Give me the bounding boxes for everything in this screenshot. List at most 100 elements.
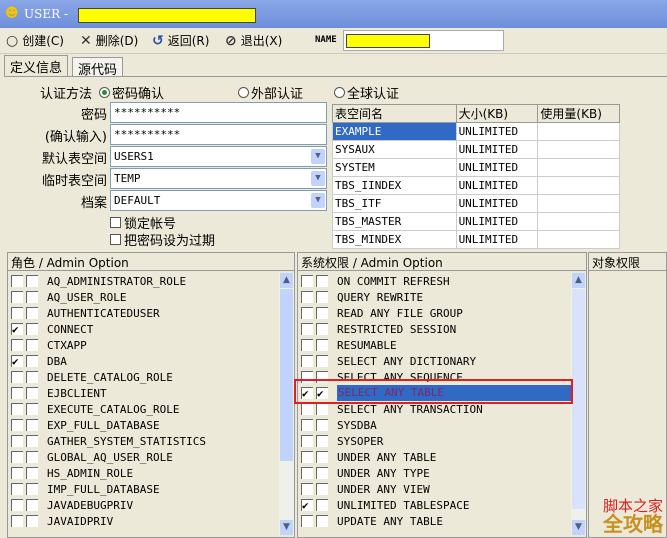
grant-checkbox[interactable] (11, 451, 23, 463)
list-item[interactable]: SYSDBA (298, 417, 573, 433)
chevron-down-icon[interactable]: ▼ (311, 193, 325, 208)
admin-option-checkbox[interactable] (316, 323, 328, 335)
admin-option-checkbox[interactable] (26, 307, 38, 319)
radio-password[interactable]: 密码确认 (99, 83, 164, 102)
grant-checkbox[interactable] (301, 515, 313, 527)
tablespace-row[interactable]: SYSAUX UNLIMITED (332, 140, 620, 159)
grant-checkbox[interactable] (11, 515, 23, 527)
grant-checkbox[interactable] (11, 339, 23, 351)
chevron-down-icon[interactable]: ▼ (311, 171, 325, 186)
list-item[interactable]: ✔ DBA (8, 353, 278, 369)
admin-option-checkbox[interactable] (26, 275, 38, 287)
admin-option-checkbox[interactable] (26, 435, 38, 447)
admin-option-checkbox[interactable] (316, 275, 328, 287)
exit-button[interactable]: ⊘ 退出(X) (225, 32, 282, 49)
grant-checkbox[interactable] (301, 307, 313, 319)
password-input[interactable]: ********** (110, 102, 327, 123)
tablespace-row[interactable]: TBS_IINDEX UNLIMITED (332, 176, 620, 195)
admin-option-checkbox[interactable] (316, 403, 328, 415)
grant-checkbox[interactable] (301, 483, 313, 495)
scroll-down-icon[interactable]: ▼ (572, 520, 585, 535)
list-item[interactable]: AUTHENTICATEDUSER (8, 305, 278, 321)
list-item[interactable]: SYSOPER (298, 433, 573, 449)
grant-checkbox[interactable] (11, 291, 23, 303)
tab-definition[interactable]: 定义信息 (4, 55, 69, 77)
list-item[interactable]: AQ_USER_ROLE (8, 289, 278, 305)
admin-option-checkbox[interactable] (316, 339, 328, 351)
admin-option-checkbox[interactable] (26, 355, 38, 367)
back-button[interactable]: ↺ 返回(R) (152, 32, 209, 49)
list-item[interactable]: ✔ UNLIMITED TABLESPACE (298, 497, 573, 513)
admin-option-checkbox[interactable] (26, 451, 38, 463)
grant-checkbox[interactable] (301, 291, 313, 303)
list-item[interactable]: JAVAIDPRIV (8, 513, 278, 529)
grant-checkbox[interactable] (11, 275, 23, 287)
admin-option-checkbox[interactable] (316, 451, 328, 463)
list-item[interactable]: UPDATE ANY TABLE (298, 513, 573, 529)
grant-checkbox[interactable] (11, 403, 23, 415)
admin-option-checkbox[interactable] (316, 515, 328, 527)
admin-option-checkbox[interactable] (316, 499, 328, 511)
scroll-thumb[interactable] (572, 289, 585, 509)
list-item[interactable]: SELECT ANY DICTIONARY (298, 353, 573, 369)
radio-external[interactable]: 外部认证 (238, 83, 303, 102)
grant-checkbox[interactable] (11, 435, 23, 447)
temp-tablespace-select[interactable]: TEMP ▼ (110, 168, 327, 189)
list-item[interactable]: CTXAPP (8, 337, 278, 353)
tab-source[interactable]: 源代码 (72, 57, 124, 78)
admin-option-checkbox[interactable] (26, 291, 38, 303)
grant-checkbox[interactable] (11, 483, 23, 495)
list-item[interactable]: UNDER ANY TABLE (298, 449, 573, 465)
admin-option-checkbox[interactable] (316, 419, 328, 431)
admin-option-checkbox[interactable] (26, 339, 38, 351)
grant-checkbox[interactable] (11, 371, 23, 383)
list-item[interactable]: AQ_ADMINISTRATOR_ROLE (8, 273, 278, 289)
admin-option-checkbox[interactable] (316, 435, 328, 447)
list-item[interactable]: QUERY REWRITE (298, 289, 573, 305)
admin-option-checkbox[interactable] (316, 307, 328, 319)
grant-checkbox[interactable] (301, 419, 313, 431)
grant-checkbox[interactable]: ✔ (301, 499, 313, 511)
grant-checkbox[interactable] (301, 323, 313, 335)
grant-checkbox[interactable] (11, 307, 23, 319)
radio-global[interactable]: 全球认证 (334, 83, 399, 102)
grant-checkbox[interactable] (11, 419, 23, 431)
roles-scrollbar[interactable]: ▲ ▼ (279, 273, 294, 535)
list-item[interactable]: READ ANY FILE GROUP (298, 305, 573, 321)
list-item[interactable]: GLOBAL_AQ_USER_ROLE (8, 449, 278, 465)
list-item[interactable]: RESUMABLE (298, 337, 573, 353)
list-item[interactable]: HS_ADMIN_ROLE (8, 465, 278, 481)
list-item[interactable]: EXECUTE_CATALOG_ROLE (8, 401, 278, 417)
list-item[interactable]: EXP_FULL_DATABASE (8, 417, 278, 433)
admin-option-checkbox[interactable] (26, 515, 38, 527)
admin-option-checkbox[interactable] (26, 467, 38, 479)
name-input[interactable] (343, 30, 504, 51)
tablespace-row[interactable]: SYSTEM UNLIMITED (332, 158, 620, 177)
col-used[interactable]: 使用量(KB) (537, 104, 620, 123)
expire-password-checkbox[interactable]: 把密码设为过期 (110, 230, 215, 249)
grant-checkbox[interactable] (301, 275, 313, 287)
admin-option-checkbox[interactable] (26, 419, 38, 431)
admin-option-checkbox[interactable] (26, 371, 38, 383)
scroll-up-icon[interactable]: ▲ (572, 273, 585, 288)
admin-option-checkbox[interactable] (26, 387, 38, 399)
list-item[interactable]: GATHER_SYSTEM_STATISTICS (8, 433, 278, 449)
chevron-down-icon[interactable]: ▼ (311, 149, 325, 164)
list-item[interactable]: RESTRICTED SESSION (298, 321, 573, 337)
scroll-down-icon[interactable]: ▼ (280, 520, 293, 535)
grant-checkbox[interactable] (11, 387, 23, 399)
list-item[interactable]: EJBCLIENT (8, 385, 278, 401)
scroll-thumb[interactable] (280, 289, 293, 461)
grant-checkbox[interactable] (11, 467, 23, 479)
grant-checkbox[interactable] (301, 435, 313, 447)
tablespace-row[interactable]: TBS_ITF UNLIMITED (332, 194, 620, 213)
list-item[interactable]: UNDER ANY VIEW (298, 481, 573, 497)
privileges-scrollbar[interactable]: ▲ ▼ (571, 273, 586, 535)
scroll-up-icon[interactable]: ▲ (280, 273, 293, 288)
col-size[interactable]: 大小(KB) (455, 104, 539, 123)
confirm-password-input[interactable]: ********** (110, 124, 327, 145)
grant-checkbox[interactable] (301, 451, 313, 463)
create-button[interactable]: ○ 创建(C) (6, 32, 64, 49)
grant-checkbox[interactable] (301, 403, 313, 415)
tablespace-row[interactable]: EXAMPLE UNLIMITED (332, 122, 620, 141)
